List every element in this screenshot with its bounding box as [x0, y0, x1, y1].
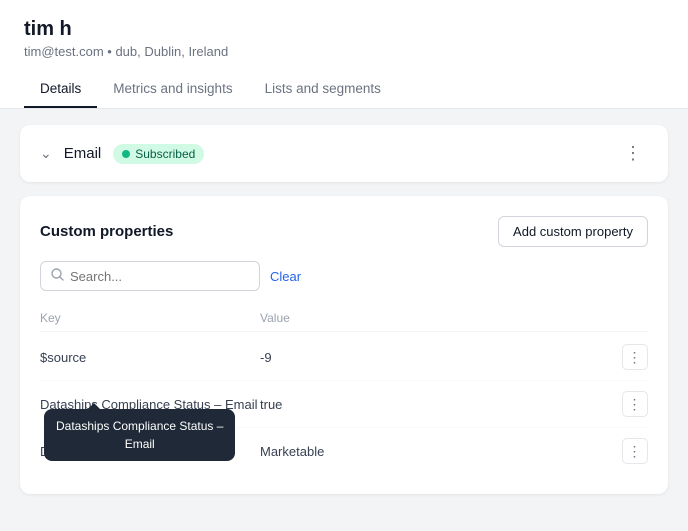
profile-name: tim h [24, 18, 664, 41]
clear-link[interactable]: Clear [270, 269, 301, 284]
profile-location: dub, Dublin, Ireland [115, 44, 228, 59]
three-dots-icon: ⋮ [628, 396, 643, 413]
subscribed-dot [122, 150, 130, 158]
tooltip: Dataships Compliance Status –Email [44, 409, 235, 461]
row-value: -9 [260, 350, 622, 365]
email-card-left: ⌄ Email Subscribed [40, 144, 204, 164]
col-val-header: Value [260, 311, 648, 325]
email-label: Email [64, 145, 102, 162]
tabs: Details Metrics and insights Lists and s… [24, 71, 664, 108]
row-value: Marketable [260, 444, 622, 459]
custom-props-title: Custom properties [40, 223, 173, 240]
row-key: $source [40, 350, 260, 365]
profile-meta: tim@test.com • dub, Dublin, Ireland [24, 44, 664, 59]
tab-metrics[interactable]: Metrics and insights [97, 71, 248, 108]
add-custom-property-button[interactable]: Add custom property [498, 216, 648, 247]
custom-properties-card: Custom properties Add custom property Cl… [20, 196, 668, 494]
row-more-button[interactable]: ⋮ [622, 438, 648, 464]
tab-details[interactable]: Details [24, 71, 97, 108]
row-more-button[interactable]: ⋮ [622, 344, 648, 370]
search-box [40, 261, 260, 291]
email-card: ⌄ Email Subscribed ⋮ [20, 125, 668, 182]
table-row: Dataships Compliance Status – Email true… [40, 381, 648, 428]
profile-header: tim h tim@test.com • dub, Dublin, Irelan… [0, 0, 688, 109]
chevron-down-icon[interactable]: ⌄ [40, 145, 52, 162]
three-dots-icon: ⋮ [628, 443, 643, 460]
row-more-button[interactable]: ⋮ [622, 391, 648, 417]
three-dots-icon: ⋮ [628, 349, 643, 366]
row-value: true [260, 397, 622, 412]
subscribed-text: Subscribed [135, 147, 195, 161]
email-more-button[interactable]: ⋮ [618, 141, 648, 166]
custom-props-header: Custom properties Add custom property [40, 216, 648, 247]
subscribed-badge: Subscribed [113, 144, 204, 164]
content-area: ⌄ Email Subscribed ⋮ Custom properties A… [0, 109, 688, 510]
tab-lists[interactable]: Lists and segments [249, 71, 397, 108]
profile-email: tim@test.com [24, 44, 104, 59]
search-input[interactable] [70, 269, 249, 284]
col-key-header: Key [40, 311, 260, 325]
table-header: Key Value [40, 305, 648, 332]
search-row: Clear [40, 261, 648, 291]
search-icon [51, 268, 64, 284]
table-row: $source -9 ⋮ [40, 334, 648, 381]
